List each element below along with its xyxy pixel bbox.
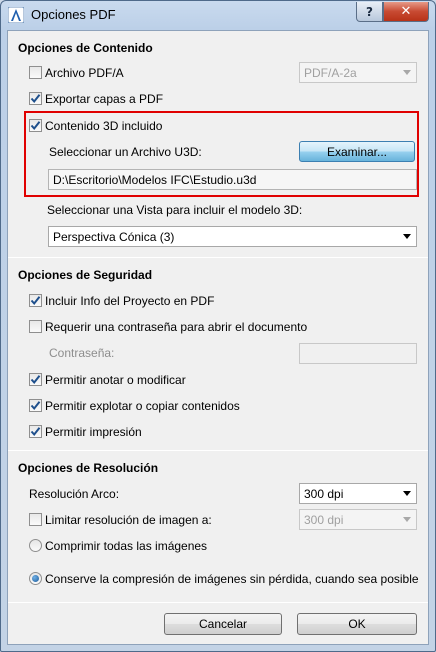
allow-extract-label: Permitir explotar o copiar contenidos	[45, 399, 240, 413]
lossless-radio[interactable]	[29, 572, 42, 585]
require-password-label: Requerir una contraseña para abrir el do…	[45, 320, 308, 334]
arc-resolution-value: 300 dpi	[304, 486, 344, 501]
limit-image-select: 300 dpi	[299, 509, 417, 530]
section-divider	[8, 257, 428, 258]
security-options-heading: Opciones de Seguridad	[18, 268, 153, 282]
view-select[interactable]: Perspectiva Cónica (3)	[48, 226, 417, 247]
title-bar[interactable]: Opciones PDF ? ✕	[1, 1, 433, 29]
help-button[interactable]: ?	[356, 2, 383, 22]
lossless-label: Conserve la compresión de imágenes sin p…	[45, 572, 419, 586]
export-layers-checkbox[interactable]	[29, 92, 42, 105]
view-select-value: Perspectiva Cónica (3)	[53, 229, 175, 244]
export-layers-label: Exportar capas a PDF	[45, 92, 164, 106]
section-divider	[8, 602, 428, 603]
project-info-checkbox[interactable]	[29, 294, 42, 307]
archicad-app-icon	[7, 6, 25, 24]
compress-all-label: Comprimir todas las imágenes	[45, 539, 208, 553]
chevron-down-icon	[403, 234, 411, 239]
password-field	[299, 343, 417, 364]
pdfa-checkbox[interactable]	[29, 66, 42, 79]
u3d-path-field[interactable]: D:\Escritorio\Modelos IFC\Estudio.u3d	[48, 169, 417, 190]
compress-all-radio[interactable]	[29, 539, 42, 552]
chevron-down-icon	[403, 70, 411, 75]
window-title: Opciones PDF	[31, 7, 116, 22]
checkmark-icon	[30, 401, 41, 411]
require-password-checkbox[interactable]	[29, 320, 42, 333]
checkmark-icon	[30, 94, 41, 104]
arc-resolution-label: Resolución Arco:	[29, 487, 120, 501]
ok-button[interactable]: OK	[297, 613, 417, 635]
allow-extract-checkbox[interactable]	[29, 399, 42, 412]
close-button[interactable]: ✕	[383, 2, 429, 22]
allow-print-checkbox[interactable]	[29, 425, 42, 438]
pdfa-version-value: PDF/A-2a	[304, 65, 357, 80]
browse-button[interactable]: Examinar...	[299, 141, 415, 162]
limit-image-checkbox[interactable]	[29, 513, 42, 526]
project-info-label: Incluir Info del Proyecto en PDF	[45, 294, 215, 308]
allow-print-label: Permitir impresión	[45, 425, 142, 439]
help-icon: ?	[366, 4, 373, 19]
u3d-file-label: Seleccionar un Archivo U3D:	[49, 145, 202, 159]
checkmark-icon	[30, 121, 41, 131]
arc-resolution-select[interactable]: 300 dpi	[299, 483, 417, 504]
password-label: Contraseña:	[49, 346, 115, 360]
pdfa-version-select: PDF/A-2a	[299, 62, 417, 83]
include-3d-checkbox[interactable]	[29, 119, 42, 132]
allow-annotate-checkbox[interactable]	[29, 373, 42, 386]
limit-image-label: Limitar resolución de imagen a:	[45, 513, 212, 527]
section-divider	[8, 450, 428, 451]
radio-selected-dot	[32, 575, 39, 582]
allow-annotate-label: Permitir anotar o modificar	[45, 373, 186, 387]
checkmark-icon	[30, 375, 41, 385]
cancel-button[interactable]: Cancelar	[164, 613, 282, 635]
checkmark-icon	[30, 427, 41, 437]
resolution-options-heading: Opciones de Resolución	[18, 461, 159, 475]
limit-image-value: 300 dpi	[304, 512, 344, 527]
close-icon: ✕	[400, 4, 412, 19]
pdfa-label: Archivo PDF/A	[45, 66, 124, 80]
view-select-label: Seleccionar una Vista para incluir el mo…	[47, 203, 303, 217]
checkmark-icon	[30, 296, 41, 306]
chevron-down-icon	[403, 517, 411, 522]
chevron-down-icon	[403, 491, 411, 496]
content-options-heading: Opciones de Contenido	[18, 41, 153, 55]
include-3d-label: Contenido 3D incluido	[45, 119, 163, 133]
